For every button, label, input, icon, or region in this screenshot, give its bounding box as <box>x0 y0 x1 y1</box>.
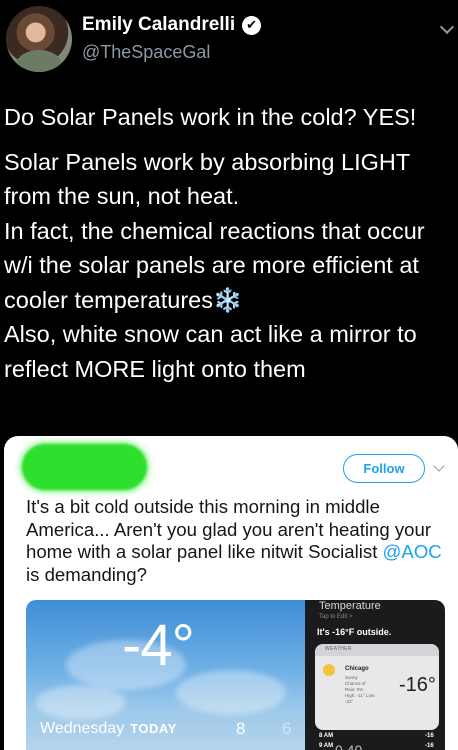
cloud-shape <box>36 685 126 720</box>
tweet-line-1: Do Solar Panels work in the cold? YES! <box>4 104 417 130</box>
siri-panel: Temperature Tap to Edit > It's -16°F out… <box>305 600 445 750</box>
day-row: Wednesday TODAY <box>40 720 177 738</box>
widget-temperature: -16° <box>399 674 436 696</box>
hour-time: 9 AM <box>319 743 334 749</box>
tweet-line-3: In fact, the chemical reactions that occ… <box>4 214 456 318</box>
siri-subtitle: Tap to Edit > <box>319 614 353 620</box>
widget-details: Sunny Chance of Rain: 0% High: -11° Low:… <box>345 675 395 705</box>
snowflake-icon: ❄️ <box>213 286 243 313</box>
hour-time: 8 AM <box>319 733 334 739</box>
tweet-header: Emily Calandrelli ✔ @TheSpaceGal <box>0 0 458 85</box>
siri-response: It's -16°F outside. <box>317 627 392 637</box>
mention-link[interactable]: @AOC <box>383 541 442 562</box>
verified-badge-icon: ✔ <box>242 15 262 35</box>
widget-city: Chicago <box>345 666 369 672</box>
current-temperature: -4° <box>122 613 195 678</box>
follow-button[interactable]: Follow <box>343 454 425 483</box>
tweet-line-4: Also, white snow can act like a mirror t… <box>4 321 417 382</box>
quoted-text-before: It's a bit cold outside this morning in … <box>26 496 432 562</box>
weather-screenshot: -4° Wednesday TODAY 8 6 Temperature Tap t… <box>26 600 445 750</box>
quoted-text-after: is demanding? <box>26 563 147 585</box>
low-temp: 6 <box>282 719 292 738</box>
quoted-tweet-text: It's a bit cold outside this morning in … <box>26 496 451 586</box>
chevron-down-icon[interactable] <box>439 19 455 35</box>
hour-value: -16 <box>425 733 434 739</box>
widget-label: WEATHER <box>325 646 352 652</box>
today-label: TODAY <box>130 721 177 736</box>
tweet-line-2: Solar Panels work by absorbing LIGHT fro… <box>4 148 410 210</box>
avatar-shirt <box>16 50 62 72</box>
author-name-row: Emily Calandrelli ✔ <box>82 14 262 36</box>
high-temp: 8 <box>236 719 246 738</box>
sun-icon <box>323 664 335 676</box>
hour-value: -16 <box>425 743 434 749</box>
author-handle[interactable]: @TheSpaceGal <box>82 42 210 63</box>
tweet-text: Do Solar Panels work in the cold? YES! S… <box>4 100 456 386</box>
weather-app-panel: -4° Wednesday TODAY 8 6 <box>26 600 305 750</box>
author-name[interactable]: Emily Calandrelli <box>82 14 235 36</box>
condition-line: -23° <box>345 699 354 704</box>
day-name: Wednesday <box>40 720 125 737</box>
weather-widget: WEATHER Chicago Sunny Chance of Rain: 0%… <box>315 644 439 730</box>
embedded-tweet-image[interactable]: Follow It's a bit cold outside this morn… <box>4 436 458 750</box>
redacted-author-blur <box>22 444 147 490</box>
chevron-down-icon[interactable] <box>433 460 445 472</box>
siri-bottom-text: 0 40 <box>335 742 363 750</box>
avatar[interactable] <box>6 6 72 72</box>
siri-title: Temperature <box>319 600 381 612</box>
